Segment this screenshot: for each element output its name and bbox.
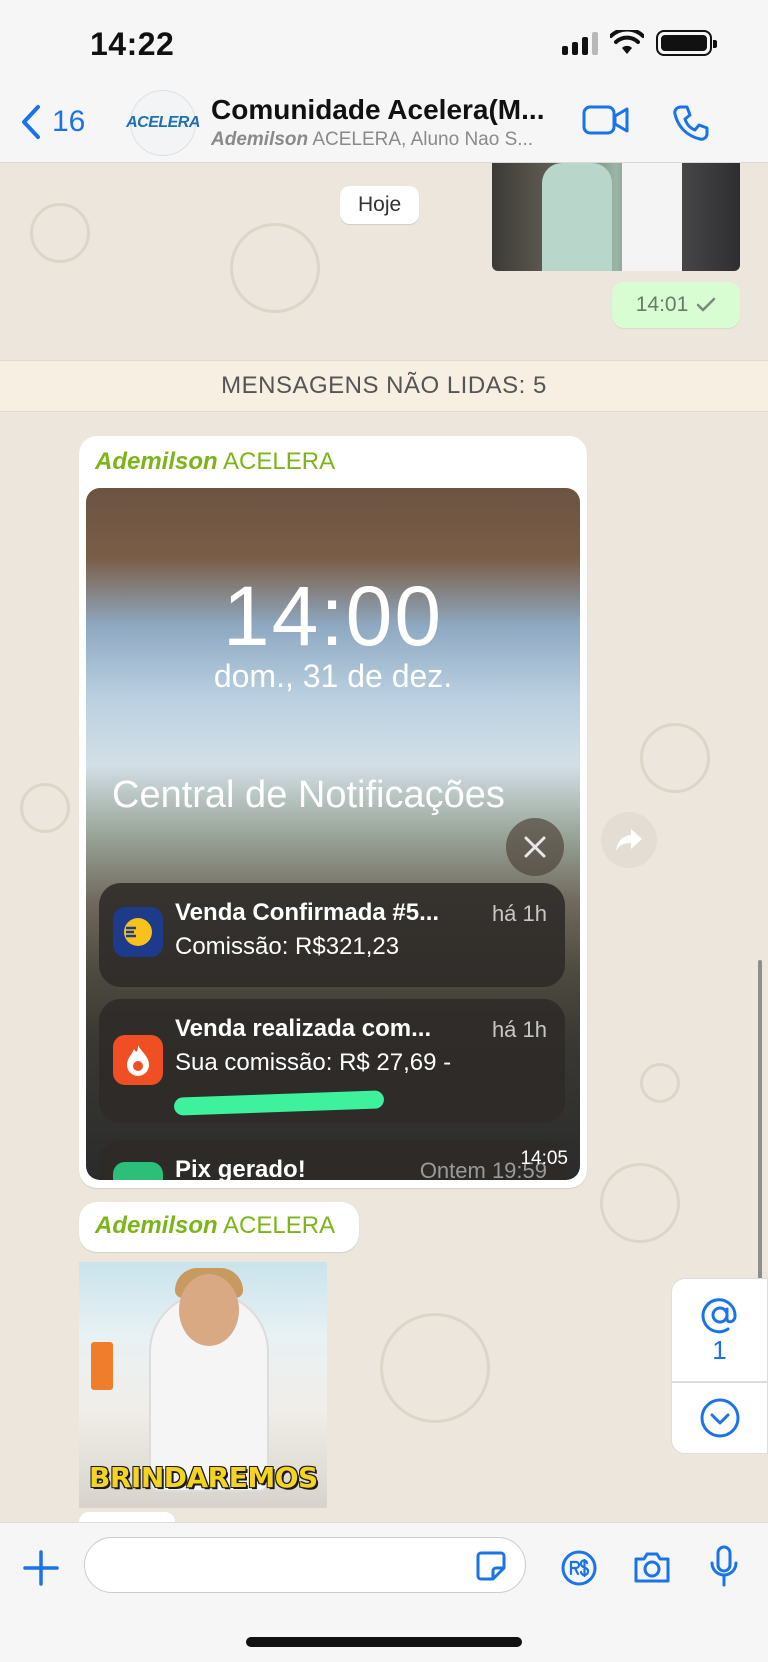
notification-center-title: Central de Notificações <box>112 774 505 816</box>
notification-card: Venda Confirmada #5... há 1h Comissão: R… <box>99 883 565 987</box>
message-sender[interactable]: Ademilson ACELERA <box>95 448 335 476</box>
microphone-icon <box>710 1545 738 1587</box>
wallpaper-doodle <box>640 1063 680 1103</box>
sticker-message[interactable]: BRINDAREMOS <box>79 1262 327 1508</box>
notification-title: Venda realizada com... <box>175 1015 432 1042</box>
plus-icon <box>23 1550 59 1586</box>
group-avatar[interactable]: ACELERA <box>126 90 200 156</box>
notification-body: Sua comissão: R$ 27,69 - <box>175 1049 452 1076</box>
message-text-field[interactable] <box>105 1548 465 1584</box>
sticker-icon <box>476 1551 506 1581</box>
sent-message-meta: 14:01 <box>612 282 740 328</box>
drink-glass-icon <box>91 1342 113 1390</box>
video-camera-icon <box>582 105 629 135</box>
wifi-icon <box>610 30 644 54</box>
message-input[interactable] <box>84 1537 526 1593</box>
sender-label-bubble: Ademilson ACELERA <box>79 1202 359 1252</box>
pix-app-icon <box>113 1162 163 1180</box>
sticker-button[interactable] <box>475 1550 507 1587</box>
scrollbar[interactable] <box>758 960 762 1280</box>
message-sender[interactable]: Ademilson ACELERA <box>95 1212 343 1240</box>
wallpaper-doodle <box>230 223 320 313</box>
phone-icon <box>673 105 709 141</box>
participant-name: Ademilson <box>211 129 309 150</box>
unread-chats-count: 16 <box>52 105 86 138</box>
attach-button[interactable] <box>22 1549 60 1592</box>
received-image-message[interactable]: Ademilson ACELERA 14:00 dom., 31 de dez.… <box>79 436 587 1188</box>
wallpaper-doodle <box>30 203 90 263</box>
chevron-left-icon <box>22 105 40 139</box>
close-icon <box>506 818 564 876</box>
flame-app-icon <box>113 1035 163 1085</box>
sent-image-message[interactable] <box>492 163 740 271</box>
date-separator: Hoje <box>340 186 420 224</box>
mentions-button[interactable]: 1 <box>671 1278 768 1382</box>
sender-first-name: Ademilson <box>95 1212 218 1239</box>
chevron-down-circle-icon <box>700 1398 739 1438</box>
forward-button[interactable] <box>601 812 657 868</box>
notification-time: há 1h <box>491 1017 547 1042</box>
message-timestamp: 14:05 <box>520 1148 568 1169</box>
wallpaper-doodle <box>20 783 70 833</box>
message-timestamp: 14:01 <box>635 293 689 316</box>
payment-icon <box>561 1550 597 1586</box>
chat-header: 14:22 16 ACELERA Comunidade Acelera(M...… <box>0 0 768 163</box>
cellular-signal-icon <box>562 31 598 55</box>
lockscreen-date: dom., 31 de dez. <box>213 658 453 694</box>
lockscreen-time: 14:00 <box>222 569 444 663</box>
wallpaper-doodle <box>640 723 710 793</box>
shared-screenshot-image[interactable]: 14:00 dom., 31 de dez. Central de Notifi… <box>86 488 580 1180</box>
wallpaper-doodle <box>600 1163 680 1243</box>
battery-icon <box>656 30 717 56</box>
voice-call-button[interactable] <box>672 104 710 147</box>
notification-title: Pix gerado! <box>175 1156 306 1180</box>
microphone-button[interactable] <box>708 1545 740 1592</box>
check-icon <box>697 297 716 312</box>
status-time: 14:22 <box>90 26 175 62</box>
sticker-caption: BRINDAREMOS <box>89 1461 318 1494</box>
sticker-head <box>179 1274 239 1346</box>
notification-card: Pix gerado! Ontem 19:59 <box>99 1140 565 1180</box>
video-call-button[interactable] <box>582 104 630 141</box>
payment-button[interactable] <box>560 1549 598 1592</box>
participants-rest: ACELERA, Aluno Nao S... <box>308 129 534 150</box>
app-icon <box>113 907 163 957</box>
scroll-to-bottom-button[interactable] <box>671 1382 768 1454</box>
sender-last-name: ACELERA <box>217 1212 336 1239</box>
notification-title: Venda Confirmada #5... <box>175 899 440 926</box>
back-button[interactable]: 16 <box>20 104 85 140</box>
notification-time: há 1h <box>491 901 547 926</box>
sender-first-name: Ademilson <box>95 448 218 475</box>
camera-button[interactable] <box>632 1549 672 1590</box>
camera-icon <box>634 1552 670 1583</box>
status-icons <box>562 30 717 56</box>
unread-messages-banner: MENSAGENS NÃO LIDAS: 5 <box>0 360 768 412</box>
mention-count: 1 <box>712 1334 727 1365</box>
home-indicator <box>246 1637 522 1647</box>
notification-body: Comissão: R$321,23 <box>175 933 400 960</box>
chat-participants[interactable]: Ademilson ACELERA, Aluno Nao S... <box>211 129 561 151</box>
at-sign-icon <box>701 1297 737 1333</box>
wallpaper-doodle <box>380 1313 490 1423</box>
chat-title[interactable]: Comunidade Acelera(M... <box>211 94 561 126</box>
sender-last-name: ACELERA <box>217 448 336 475</box>
forward-icon <box>616 829 642 851</box>
